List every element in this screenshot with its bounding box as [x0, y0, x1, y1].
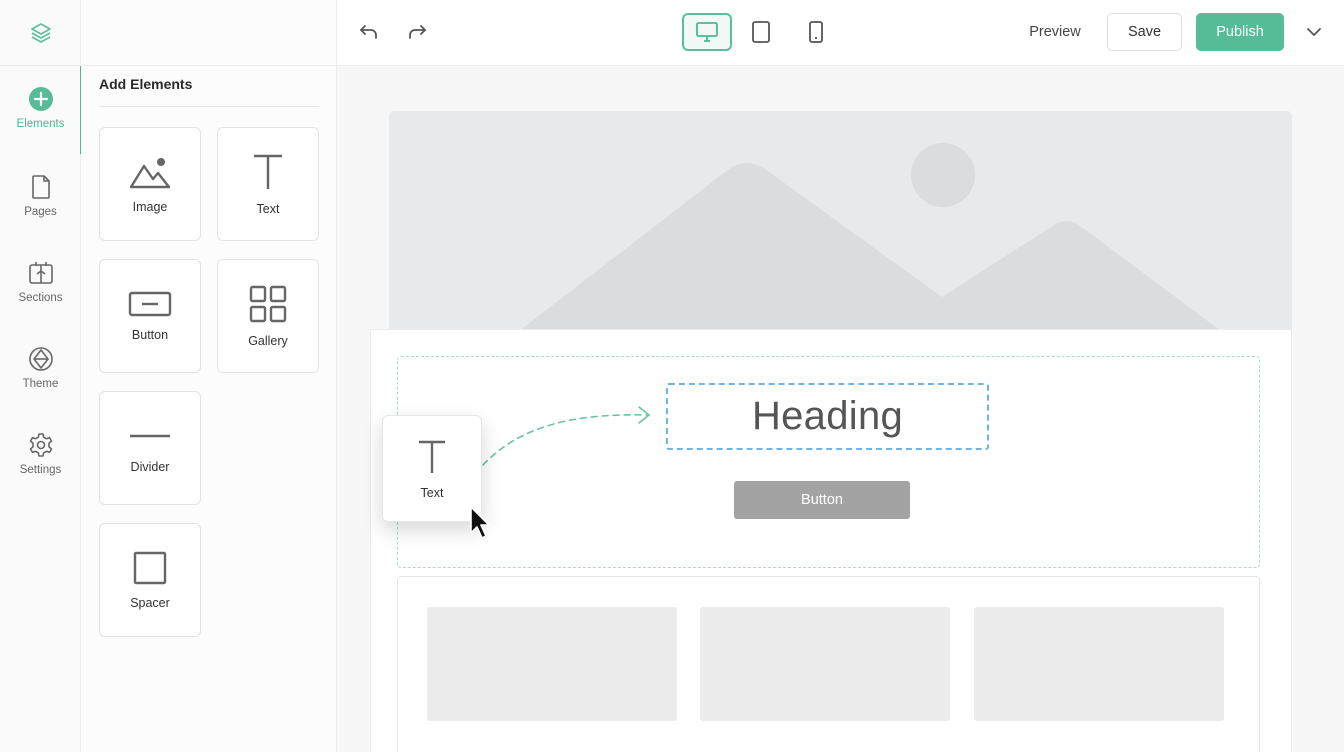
square-icon: [133, 551, 167, 585]
page-icon: [31, 175, 50, 199]
drag-label: Text: [420, 485, 444, 500]
element-tile-spacer[interactable]: Spacer: [99, 523, 201, 637]
top-toolbar: Preview Save Publish: [337, 0, 1344, 66]
element-tile-label: Gallery: [248, 334, 288, 348]
rail-item-theme[interactable]: Theme: [0, 326, 81, 410]
element-tile-gallery[interactable]: Gallery: [217, 259, 319, 373]
theme-icon: [28, 347, 53, 371]
save-button[interactable]: Save: [1107, 13, 1182, 51]
rail-item-sections[interactable]: Sections: [0, 240, 81, 324]
redo-icon: [409, 25, 426, 39]
hero-image-placeholder[interactable]: [389, 111, 1292, 351]
card-placeholder[interactable]: [974, 607, 1224, 721]
rail-item-label: Settings: [19, 464, 62, 476]
element-tile-label: Divider: [130, 460, 170, 474]
rail-item-label: Theme: [22, 378, 59, 390]
layers-icon: [30, 22, 51, 43]
divider-icon: [130, 434, 170, 438]
mouse-cursor-icon: [470, 506, 490, 539]
panel-header: [81, 0, 337, 66]
gear-icon: [29, 433, 52, 457]
image-icon: [129, 158, 171, 189]
sections-icon: [28, 262, 53, 284]
button-icon: [128, 291, 172, 317]
canvas-button-element[interactable]: Button: [734, 481, 910, 519]
heading-element[interactable]: Heading: [666, 383, 989, 450]
rail-item-label: Sections: [18, 292, 63, 304]
element-tile-divider[interactable]: Divider: [99, 391, 201, 505]
left-rail: Elements Pages Sections Theme Settings: [0, 0, 82, 752]
elements-panel: Add Elements Image Text Button Gallery D…: [81, 0, 337, 752]
element-tile-button[interactable]: Button: [99, 259, 201, 373]
tablet-icon: [752, 21, 770, 43]
drag-arrow-icon: [482, 406, 651, 466]
panel-divider: [99, 106, 319, 107]
rail-item-elements[interactable]: Elements: [0, 66, 82, 154]
panel-title: Add Elements: [99, 76, 193, 92]
device-mobile-button[interactable]: [791, 13, 841, 51]
element-tile-label: Spacer: [130, 596, 170, 610]
more-options-button[interactable]: [1299, 13, 1329, 51]
element-tile-image[interactable]: Image: [99, 127, 201, 241]
mobile-icon: [809, 21, 823, 43]
redo-button[interactable]: [403, 18, 431, 46]
grid-icon: [249, 285, 287, 323]
element-tile-label: Image: [132, 200, 168, 214]
element-tile-text[interactable]: Text: [217, 127, 319, 241]
text-icon: [419, 440, 445, 473]
card-placeholder[interactable]: [427, 607, 677, 721]
heading-text: Heading: [751, 394, 904, 438]
rail-item-pages[interactable]: Pages: [0, 154, 81, 238]
cards-section[interactable]: [397, 576, 1260, 752]
rail-item-label: Pages: [24, 206, 57, 218]
card-placeholder[interactable]: [700, 607, 950, 721]
undo-button[interactable]: [355, 18, 383, 46]
rail-item-settings[interactable]: Settings: [0, 412, 81, 496]
chevron-down-icon: [1307, 28, 1321, 36]
desktop-icon: [696, 22, 718, 42]
rail-item-label: Elements: [16, 118, 65, 130]
element-tile-label: Button: [131, 328, 169, 342]
undo-icon: [360, 25, 377, 39]
text-icon: [254, 154, 282, 189]
dragged-text-element[interactable]: Text: [382, 415, 482, 522]
device-tablet-button[interactable]: [736, 13, 786, 51]
mountain-illustration-icon: [519, 143, 1221, 331]
editor-canvas[interactable]: Heading Button: [337, 66, 1344, 752]
plus-circle-icon: [28, 87, 53, 111]
app-logo[interactable]: [0, 0, 81, 66]
device-desktop-button[interactable]: [682, 13, 732, 51]
publish-button[interactable]: Publish: [1196, 13, 1284, 51]
element-tile-label: Text: [256, 202, 280, 216]
preview-button[interactable]: Preview: [1020, 13, 1090, 51]
